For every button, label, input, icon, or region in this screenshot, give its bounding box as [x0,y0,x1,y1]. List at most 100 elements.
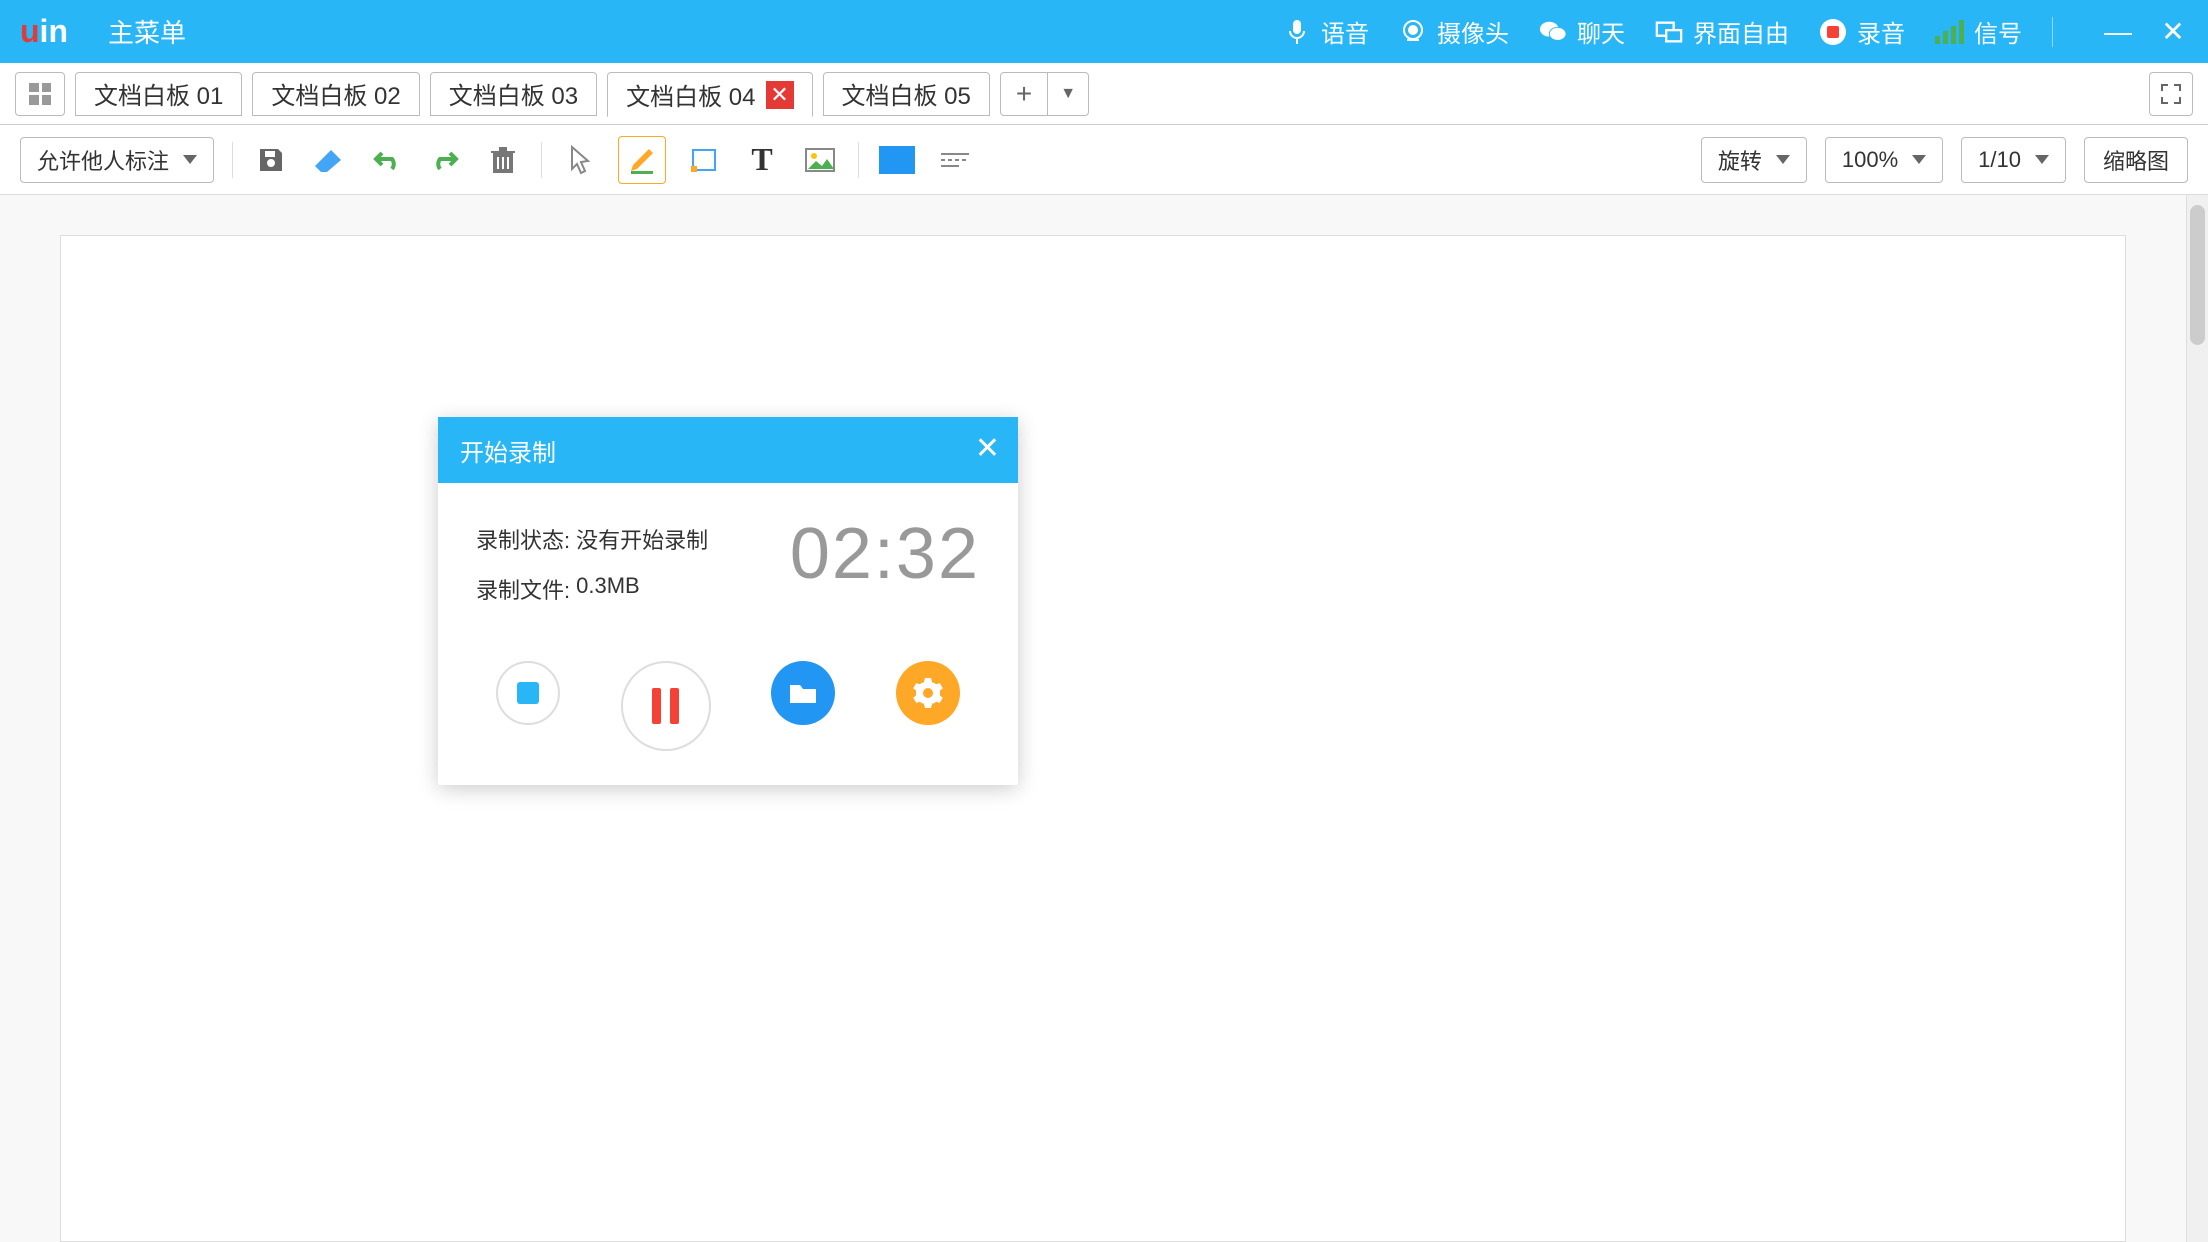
color-swatch-icon [879,146,915,174]
interface-button[interactable]: 界面自由 [1655,14,1789,49]
tab-label: 文档白板 03 [449,76,578,111]
add-tab-button[interactable]: + ▼ [1000,72,1089,116]
pointer-button[interactable] [560,140,600,180]
dialog-title: 开始录制 [460,433,556,468]
chevron-down-icon [1776,155,1790,164]
rotate-dropdown[interactable]: 旋转 [1701,137,1807,183]
tab-3[interactable]: 文档白板 03 [430,72,597,116]
tab-label: 文档白板 04 [626,77,755,112]
signal-label: 信号 [1974,14,2022,49]
layout-icon [1655,18,1683,46]
tab-1[interactable]: 文档白板 01 [75,72,242,116]
save-icon [256,145,286,175]
stop-icon [517,682,539,704]
voice-button[interactable]: 语音 [1283,14,1369,49]
tab-5[interactable]: 文档白板 05 [823,72,990,116]
page-label: 1/10 [1978,147,2021,173]
minimize-button[interactable]: — [2103,16,2133,48]
vertical-scrollbar[interactable] [2186,195,2208,1242]
recording-dialog: 开始录制 ✕ 录制状态: 没有开始录制 录制文件: 0.3MB 02:32 [438,417,1018,785]
rotate-label: 旋转 [1718,144,1762,176]
recording-settings-button[interactable] [896,661,960,725]
signal-indicator: 信号 [1935,14,2022,49]
recording-controls [476,661,980,751]
redo-icon [430,147,460,173]
dialog-body: 录制状态: 没有开始录制 录制文件: 0.3MB 02:32 [438,483,1018,785]
status-label: 录制状态: [476,523,570,555]
trash-icon [490,145,516,175]
chevron-down-icon [1912,155,1926,164]
undo-button[interactable] [367,140,407,180]
color-picker-button[interactable] [877,140,917,180]
app-logo: uin [20,13,68,50]
lines-icon [939,150,971,170]
page-dropdown[interactable]: 1/10 [1961,137,2066,183]
fullscreen-icon [2160,83,2182,105]
eraser-button[interactable] [309,140,349,180]
chat-button[interactable]: 聊天 [1539,14,1625,49]
dialog-close-button[interactable]: ✕ [975,431,1000,466]
recording-info: 录制状态: 没有开始录制 录制文件: 0.3MB [476,523,708,623]
cursor-icon [568,145,592,175]
shape-button[interactable] [684,140,724,180]
annotate-permission-dropdown[interactable]: 允许他人标注 [20,137,214,183]
scrollbar-thumb[interactable] [2190,205,2205,345]
text-icon: T [751,141,772,178]
redo-button[interactable] [425,140,465,180]
grid-icon [29,83,51,105]
canvas-wrapper [0,195,2186,1242]
logo-letter-u: u [20,13,40,50]
zoom-label: 100% [1842,147,1898,173]
delete-button[interactable] [483,140,523,180]
webcam-icon [1399,18,1427,46]
record-icon [1819,18,1847,46]
content-area: 开始录制 ✕ 录制状态: 没有开始录制 录制文件: 0.3MB 02:32 [0,195,2208,1242]
pencil-icon [627,145,657,175]
header-actions: 语音 摄像头 聊天 界面自由 录音 [1283,14,2188,49]
window-controls: — ✕ [2103,15,2188,48]
annotate-label: 允许他人标注 [37,144,169,176]
zoom-dropdown[interactable]: 100% [1825,137,1943,183]
record-button[interactable]: 录音 [1819,14,1905,49]
pause-icon [652,688,679,724]
chat-icon [1539,18,1567,46]
app-header: uin 主菜单 语音 摄像头 聊天 界面自由 [0,0,2208,63]
camera-button[interactable]: 摄像头 [1399,14,1509,49]
pause-recording-button[interactable] [621,661,711,751]
header-divider [2052,17,2053,47]
thumbnail-button[interactable]: 缩略图 [2084,137,2188,183]
chevron-down-icon: ▼ [1048,85,1088,103]
undo-icon [372,147,402,173]
line-style-button[interactable] [935,140,975,180]
image-button[interactable] [800,140,840,180]
tab-bar: 文档白板 01 文档白板 02 文档白板 03 文档白板 04 ✕ 文档白板 0… [0,63,2208,125]
fullscreen-button[interactable] [2149,72,2193,116]
save-button[interactable] [251,140,291,180]
microphone-icon [1283,18,1311,46]
tab-label: 文档白板 02 [271,76,400,111]
tab-2[interactable]: 文档白板 02 [252,72,419,116]
whiteboard-canvas[interactable] [60,235,2126,1242]
thumbnail-label: 缩略图 [2103,144,2169,176]
rectangle-icon [689,146,719,174]
gear-icon [913,678,943,708]
file-value: 0.3MB [576,573,640,605]
text-button[interactable]: T [742,140,782,180]
tab-4[interactable]: 文档白板 04 ✕ [607,72,812,117]
tab-label: 文档白板 05 [842,76,971,111]
folder-icon [787,679,819,707]
voice-label: 语音 [1321,14,1369,49]
stop-recording-button[interactable] [496,661,560,725]
toolbar-divider [541,142,542,178]
pencil-button[interactable] [618,136,666,184]
open-folder-button[interactable] [771,661,835,725]
tab-close-button[interactable]: ✕ [766,81,794,109]
camera-label: 摄像头 [1437,14,1509,49]
status-value: 没有开始录制 [576,523,708,555]
interface-label: 界面自由 [1693,14,1789,49]
grid-view-button[interactable] [15,72,65,116]
close-window-button[interactable]: ✕ [2158,15,2188,48]
main-menu-button[interactable]: 主菜单 [108,13,186,50]
image-icon [804,147,836,173]
record-label: 录音 [1857,14,1905,49]
